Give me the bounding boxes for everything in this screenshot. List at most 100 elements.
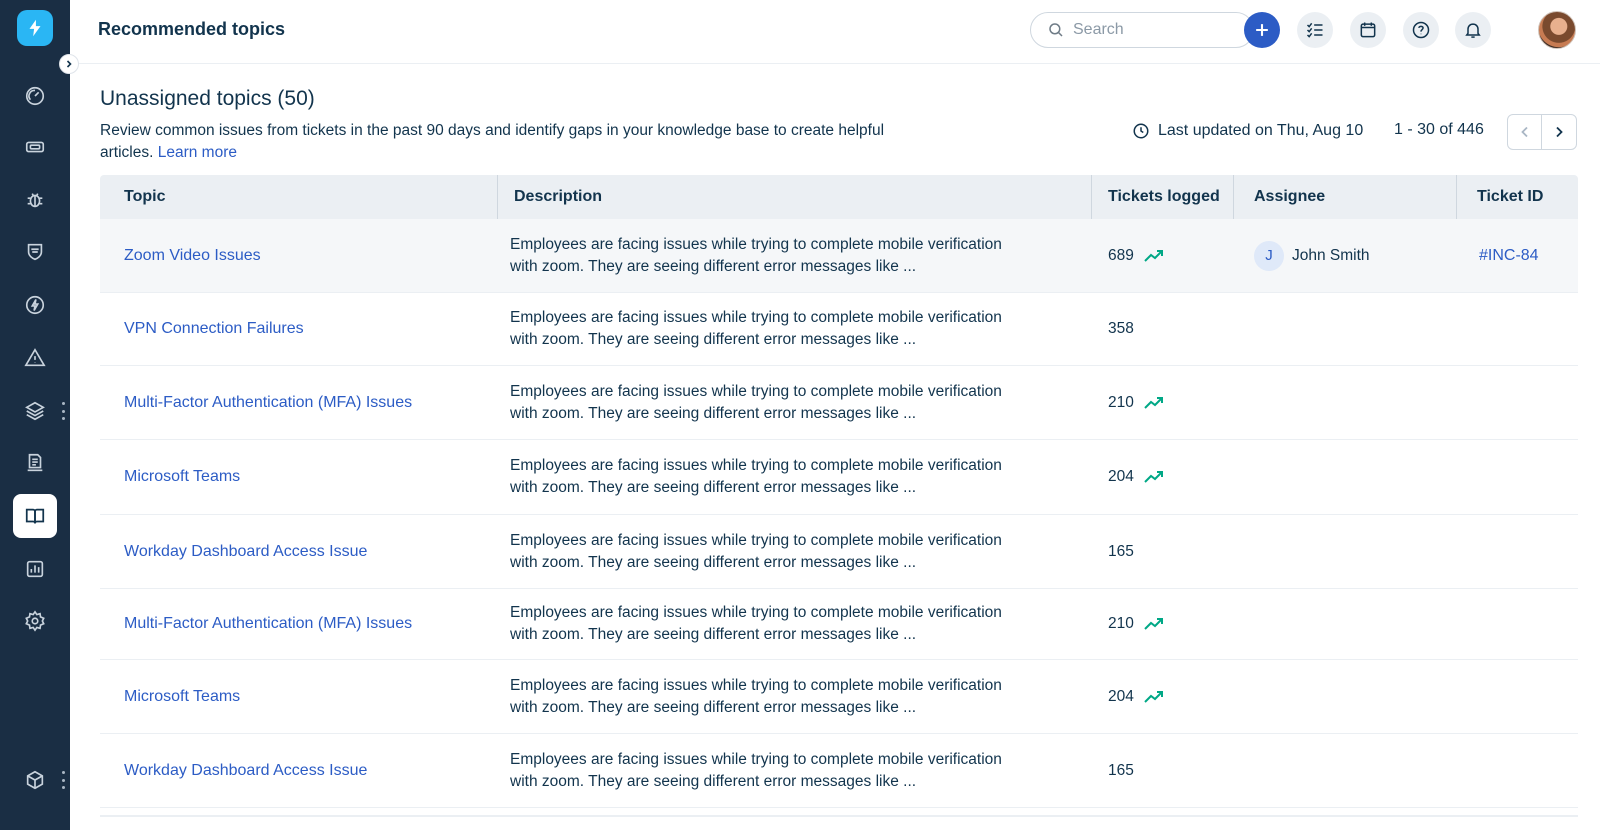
table-row[interactable]: Multi-Factor Authentication (MFA) Issues…	[100, 589, 1578, 660]
apps-more-dots[interactable]	[61, 771, 65, 789]
topic-cell: Multi-Factor Authentication (MFA) Issues	[100, 366, 498, 439]
next-page-button[interactable]	[1542, 115, 1576, 149]
app-logo[interactable]	[17, 10, 53, 46]
contracts-icon	[27, 453, 43, 472]
topic-link[interactable]: Workday Dashboard Access Issue	[124, 543, 367, 561]
topic-link[interactable]: VPN Connection Failures	[124, 320, 304, 338]
column-header-ticket-id[interactable]: Ticket ID	[1457, 175, 1578, 219]
todo-button[interactable]	[1297, 12, 1333, 48]
topic-link[interactable]: Multi-Factor Authentication (MFA) Issues	[124, 394, 412, 412]
clock-icon	[1133, 123, 1149, 139]
new-item-button[interactable]	[1244, 12, 1280, 48]
assignee-cell	[1234, 515, 1457, 588]
sidebar-item-tickets[interactable]	[13, 125, 57, 169]
column-header-tickets-logged[interactable]: Tickets logged	[1092, 175, 1234, 219]
chevron-right-icon	[1556, 126, 1563, 138]
topic-link[interactable]: Zoom Video Issues	[124, 247, 261, 265]
table-row[interactable]: Microsoft Teams Employees are facing issu…	[100, 440, 1578, 515]
section-title: Unassigned topics (50)	[100, 87, 315, 110]
column-header-description[interactable]: Description	[498, 175, 1092, 219]
topic-link[interactable]: Multi-Factor Authentication (MFA) Issues	[124, 615, 412, 633]
topic-cell: Zoom Video Issues	[100, 219, 498, 292]
search-icon	[1049, 23, 1063, 37]
description-line-2: with zoom. They are seeing different err…	[510, 404, 917, 422]
ticket-id-cell	[1457, 734, 1578, 807]
description-line-2: with zoom. They are seeing different err…	[510, 257, 917, 275]
table-row[interactable]: Workday Dashboard Access Issue Employees …	[100, 734, 1578, 808]
description-line-2: with zoom. They are seeing different err…	[510, 479, 917, 496]
problems-bug-icon	[27, 193, 43, 208]
description-cell: Employees are facing issues while trying…	[498, 293, 1092, 365]
column-header-assignee[interactable]: Assignee	[1234, 175, 1457, 219]
sidebar-item-contracts[interactable]	[13, 441, 57, 485]
tickets-count: 204	[1108, 687, 1134, 705]
sidebar-item-problems[interactable]	[13, 178, 57, 222]
sidebar	[0, 0, 70, 830]
trending-up-icon	[1144, 396, 1163, 409]
notifications-button[interactable]	[1455, 12, 1491, 48]
trending-up-icon	[1144, 618, 1163, 630]
tickets-count: 689	[1108, 246, 1134, 264]
description-cell: Employees are facing issues while trying…	[498, 734, 1092, 807]
user-avatar[interactable]	[1538, 11, 1576, 49]
tickets-logged-cell: 358	[1092, 293, 1234, 365]
sidebar-item-admin[interactable]	[13, 599, 57, 643]
help-button[interactable]	[1403, 12, 1439, 48]
description-line-2: with zoom. They are seeing different err…	[510, 698, 917, 716]
top-bar: Recommended topics	[70, 0, 1600, 64]
tickets-count: 358	[1108, 320, 1134, 337]
ticket-id-link[interactable]: #INC-84	[1479, 247, 1539, 265]
sidebar-item-changes[interactable]	[13, 230, 57, 274]
sidebar-item-alerts[interactable]	[13, 336, 57, 380]
previous-page-button[interactable]	[1508, 115, 1543, 149]
topic-link[interactable]: Microsoft Teams	[124, 468, 240, 486]
checklist-icon	[1306, 22, 1323, 38]
description-line-1: Employees are facing issues while trying…	[510, 457, 1002, 474]
sidebar-item-apps[interactable]	[13, 758, 57, 802]
table-row[interactable]: Multi-Factor Authentication (MFA) Issues…	[100, 366, 1578, 440]
ticket-id-cell	[1457, 589, 1578, 659]
bolt-logo-icon	[29, 19, 41, 37]
sidebar-item-reports[interactable]	[13, 547, 57, 591]
sidebar-expand-button[interactable]	[59, 54, 79, 74]
sidebar-item-releases[interactable]	[13, 283, 57, 327]
learn-more-link[interactable]: Learn more	[158, 144, 237, 161]
alerts-warning-icon	[24, 348, 46, 367]
search-box[interactable]	[1030, 12, 1254, 48]
plus-icon	[1256, 24, 1268, 36]
assignee-cell	[1234, 660, 1457, 733]
topics-table: Topic Description Tickets logged Assigne…	[100, 175, 1578, 808]
sidebar-item-assets[interactable]	[13, 389, 57, 433]
trending-up-icon	[1144, 249, 1163, 262]
assignee-cell[interactable]: J John Smith	[1234, 219, 1457, 292]
assets-more-dots[interactable]	[61, 402, 65, 420]
table-row[interactable]: Zoom Video Issues Employees are facing is…	[100, 219, 1578, 293]
bell-icon	[1465, 23, 1481, 38]
ticket-id-cell: #INC-84	[1457, 219, 1578, 292]
column-header-topic[interactable]: Topic	[100, 175, 498, 219]
admin-gear-icon	[25, 610, 45, 632]
trending-up-icon	[1144, 471, 1163, 483]
chevron-right-icon	[66, 60, 72, 68]
sidebar-item-dashboard[interactable]	[13, 74, 57, 118]
calendar-button[interactable]	[1350, 12, 1386, 48]
topic-link[interactable]: Workday Dashboard Access Issue	[124, 762, 367, 780]
ticket-id-cell	[1457, 440, 1578, 514]
tickets-logged-cell: 204	[1092, 660, 1234, 733]
pagination	[1507, 114, 1577, 150]
topic-link[interactable]: Microsoft Teams	[124, 688, 240, 706]
sidebar-item-solutions[interactable]	[13, 494, 57, 538]
assignee-name: John Smith	[1292, 246, 1370, 264]
assignee-cell	[1234, 293, 1457, 365]
table-row[interactable]: VPN Connection Failures Employees are fac…	[100, 293, 1578, 366]
tickets-logged-cell: 165	[1092, 515, 1234, 588]
description-line-1: Employees are facing issues while trying…	[510, 382, 1002, 400]
assignee-cell	[1234, 366, 1457, 439]
tickets-count: 204	[1108, 468, 1134, 485]
topic-cell: Workday Dashboard Access Issue	[100, 734, 498, 807]
solutions-book-icon	[25, 508, 45, 524]
table-row[interactable]: Workday Dashboard Access Issue Employees …	[100, 515, 1578, 589]
table-row[interactable]: Microsoft Teams Employees are facing issu…	[100, 660, 1578, 734]
reports-icon	[26, 560, 44, 578]
search-input[interactable]	[1073, 21, 1243, 39]
